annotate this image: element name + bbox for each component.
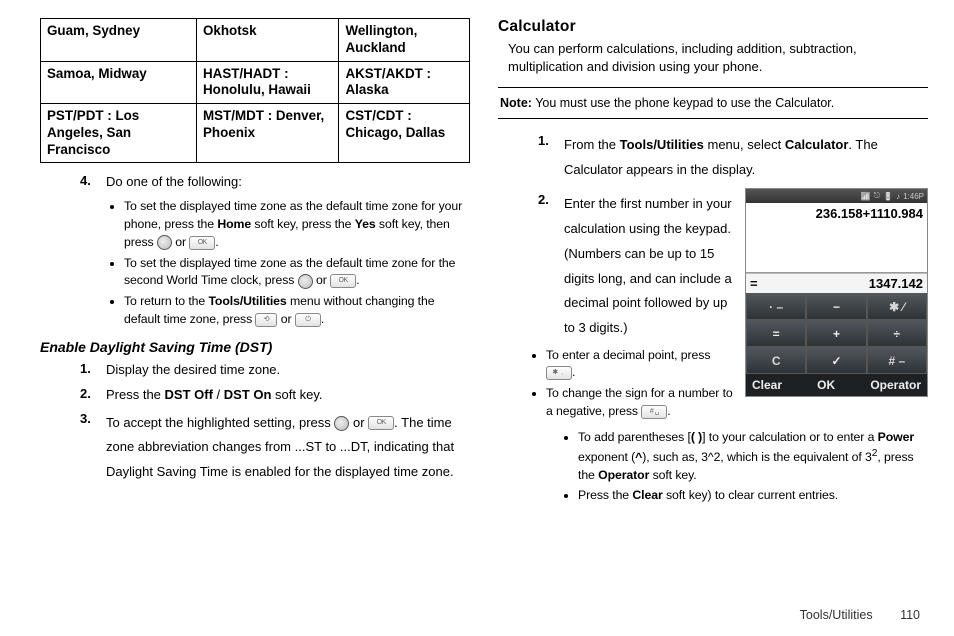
hash-key-icon: # ␣ [641,405,667,419]
calc-keypad: · – − ✱ ⁄ = + ÷ C ✓ # – [746,293,927,374]
tz-cell: Okhotsk [196,19,338,62]
bullet-item: To add parentheses [( )] to your calcula… [578,429,928,485]
step-text: Press the DST Off / DST On soft key. [106,386,323,405]
dst-heading: Enable Daylight Saving Time (DST) [40,339,470,355]
center-key-icon [298,274,313,289]
step-text: Enter the first number in your calculati… [564,192,735,340]
step-number: 2. [538,192,564,340]
calculator-intro: You can perform calculations, including … [508,40,928,75]
music-icon: ♪ [896,192,900,201]
center-key-icon [334,416,349,431]
calc-result: 1347.142 [869,276,923,291]
bullet-item: To change the sign for a number to a neg… [546,385,735,421]
calculator-heading: Calculator [498,18,928,36]
page-footer: Tools/Utilities 110 [800,608,920,622]
key-dot: · – [746,293,806,320]
softkey-center: OK [817,378,835,392]
note: Note: You must use the phone keypad to u… [498,87,928,119]
tz-cell: Samoa, Midway [41,61,197,104]
calc-result-row: = 1347.142 [746,273,927,293]
step-text: Display the desired time zone. [106,361,280,380]
key-equals: = [746,320,806,347]
step-number: 3. [80,411,106,485]
tz-cell: Guam, Sydney [41,19,197,62]
key-c: C [746,347,806,374]
bullet-item: To set the displayed time zone as the de… [124,255,470,291]
center-key-icon [157,235,172,250]
bullet-item: To set the displayed time zone as the de… [124,198,470,251]
step-number: 1. [80,361,106,380]
step-number: 1. [538,133,564,182]
ok-key-icon: OK [368,416,394,430]
bullet-item: To return to the Tools/Utilities menu wi… [124,293,470,329]
key-plus: + [806,320,866,347]
calc-expression: 236.158+1110.984 [746,203,927,273]
timezone-table: Guam, Sydney Okhotsk Wellington, Aucklan… [40,18,470,163]
tz-cell: PST/PDT : Los Angeles, San Francisco [41,104,197,163]
footer-section: Tools/Utilities [800,608,873,622]
end-key-icon: ⏻ [295,313,321,327]
ok-key-icon: OK [189,236,215,250]
ok-key-icon: OK [330,274,356,288]
key-minus: − [806,293,866,320]
tz-cell: CST/CDT : Chicago, Dallas [339,104,470,163]
battery-icon: 🔋 [883,192,893,201]
calculator-phone-mock: 📶 ⎋ 🔋 ♪ 1:46P 236.158+1110.984 = 1347.14… [745,188,928,397]
tz-cell: AKST/AKDT : Alaska [339,61,470,104]
key-check: ✓ [806,347,866,374]
key-hash: # – [867,347,927,374]
star-key-icon: ✱ ﹒ [546,366,572,380]
bullet-item: Press the Clear soft key) to clear curre… [578,487,928,505]
softkey-right: Operator [870,378,921,392]
key-star: ✱ ⁄ [867,293,927,320]
step-text: Do one of the following: [106,173,242,192]
phone-status-bar: 📶 ⎋ 🔋 ♪ 1:46P [746,189,927,203]
status-time: 1:46P [903,192,924,201]
bluetooth-icon: ⎋ [874,191,880,201]
key-divide: ÷ [867,320,927,347]
step-number: 4. [80,173,106,192]
signal-icon: 📶 [861,192,871,201]
tz-cell: Wellington, Auckland [339,19,470,62]
bullet-item: To enter a decimal point, press ✱ ﹒. [546,347,735,383]
step-text: From the Tools/Utilities menu, select Ca… [564,133,928,182]
step-number: 2. [80,386,106,405]
back-key-icon: ⟲ [255,313,277,327]
softkey-left: Clear [752,378,782,392]
step-text: To accept the highlighted setting, press… [106,411,470,485]
tz-cell: HAST/HADT : Honolulu, Hawaii [196,61,338,104]
phone-softkeys: Clear OK Operator [746,374,927,396]
tz-cell: MST/MDT : Denver, Phoenix [196,104,338,163]
footer-page: 110 [900,608,920,622]
